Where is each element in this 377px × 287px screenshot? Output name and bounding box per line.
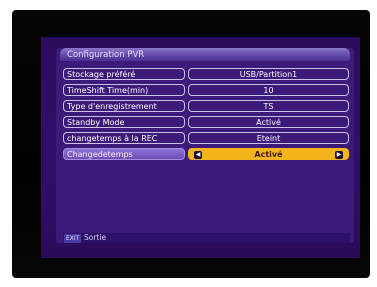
setting-value[interactable]: USB/Partition1 [188,68,349,80]
setting-value-text: Activé [254,150,283,159]
setting-label: Standby Mode [63,116,185,128]
setting-label: changetemps à la REC [63,132,185,144]
setting-label: Type d'enregistrement [63,100,185,112]
setting-value[interactable]: 10 [188,84,349,96]
menu-title: Configuration PVR [67,50,145,60]
setting-label: TimeShift Time(min) [63,84,185,96]
exit-label: Sortie [84,233,107,242]
setting-label: Stockage préféré [63,68,185,80]
setting-value[interactable]: TS [188,100,349,112]
setting-value-selected[interactable]: ◀ Activé ▶ [188,148,349,160]
setting-value[interactable]: Eteint [188,132,349,144]
setting-row-record-type[interactable]: Type d'enregistrement TS [63,100,349,113]
setting-row-changedetemps[interactable]: Changedetemps ◀ Activé ▶ [63,148,349,161]
setting-label: Changedetemps [63,148,185,160]
exit-key-badge[interactable]: EXIT [64,234,82,243]
setting-row-changetemps-rec[interactable]: changetemps à la REC Eteint [63,132,349,145]
setting-row-timeshift[interactable]: TimeShift Time(min) 10 [63,84,349,97]
setting-row-standby[interactable]: Standby Mode Activé [63,116,349,129]
setting-value[interactable]: Activé [188,116,349,128]
setting-row-storage[interactable]: Stockage préféré USB/Partition1 [63,68,349,81]
arrow-left-icon[interactable]: ◀ [194,151,202,159]
arrow-right-icon[interactable]: ▶ [335,151,343,159]
